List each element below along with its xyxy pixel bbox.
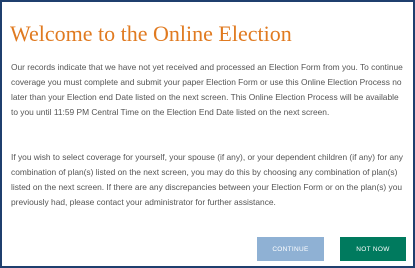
intro-paragraph: Our records indicate that we have not ye… [11,62,403,117]
election-welcome-dialog: Welcome to the Online Election Our recor… [0,0,415,268]
coverage-paragraph: If you wish to select coverage for yours… [11,152,403,207]
continue-button[interactable]: CONTINUE [257,237,324,261]
not-now-button[interactable]: NOT NOW [340,237,406,261]
dialog-title: Welcome to the Online Election [10,21,292,46]
